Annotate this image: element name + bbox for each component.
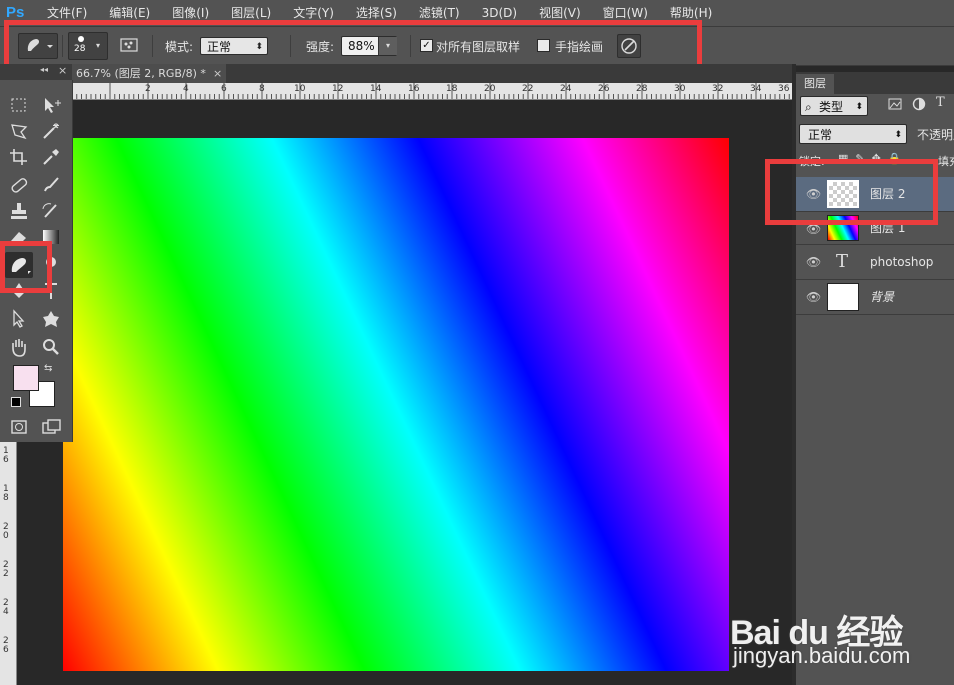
arrow-cursor-icon [13,309,25,328]
ruler-label: 28 [636,84,648,94]
magic-wand-icon [43,123,59,139]
custom-shape-tool[interactable] [39,308,63,330]
close-icon[interactable]: × [213,64,222,83]
path-selection-tool[interactable] [7,308,31,330]
ruler-horizontal[interactable]: 2 4 6 8 10 12 14 16 18 20 22 24 26 28 30… [72,83,792,100]
ruler-label: 36 [778,84,790,94]
healing-brush-tool[interactable] [7,174,31,196]
clone-stamp-tool[interactable] [7,200,31,222]
move-tool[interactable] [39,94,63,116]
ruler-label: 32 [712,84,724,94]
lasso-tool[interactable] [7,120,31,142]
ruler-label: 16 [408,84,420,94]
text-layer-icon: T [836,251,849,272]
blend-mode-select[interactable]: 正常 ⬍ [799,124,907,144]
filter-pixel-button[interactable] [888,97,902,111]
ruler-label: 4 [183,84,189,94]
hand-tool[interactable] [7,336,31,358]
ruler-label: 12 [332,84,344,94]
ruler-label: 8 [259,84,265,94]
screen-mode-icon [42,419,61,434]
ruler-label: 10 [294,84,306,94]
ruler-label: 2 6 [3,636,9,655]
layer-thumbnail-white [827,283,859,311]
image-icon [888,98,902,110]
history-brush-icon [42,203,57,218]
blend-mode-value: 正常 [808,128,833,142]
adjustment-circle-icon [912,97,926,111]
filter-adjustment-button[interactable] [912,97,926,111]
ruler-label: 20 [484,84,496,94]
ruler-label: 1 8 [3,484,9,503]
filter-type-icon[interactable]: T [936,95,950,111]
brush-icon [44,177,59,192]
lasso-icon [11,124,28,140]
document-title: 66.7% (图层 2, RGB/8) * [76,67,206,80]
magic-wand-tool[interactable] [39,120,63,142]
collapse-icon[interactable]: ◂◂ [40,65,48,74]
baidu-watermark-url: jingyan.baidu.com [733,643,911,668]
crop-tool[interactable] [7,146,31,168]
default-colors-icon[interactable] [11,397,21,407]
magnifier-icon [43,339,59,355]
ruler-label: 26 [598,84,610,94]
quick-mask-icon [11,420,27,434]
layer-filter-select[interactable]: ⌕ 类型 ⬍ [800,96,868,116]
ruler-label: 2 4 [3,598,9,617]
filter-type-value: 类型 [819,100,844,114]
crop-icon [10,149,27,165]
stamp-icon [11,203,27,219]
layer-name: 背景 [870,290,895,304]
bandage-icon [11,178,28,193]
ruler-label: 14 [370,84,382,94]
hand-icon [12,339,26,357]
marquee-icon [11,98,26,112]
select-arrows-icon: ⬍ [855,102,863,112]
ruler-label: 22 [522,84,534,94]
fill-label: 填充 [938,155,954,168]
ruler-label: 2 2 [3,560,9,579]
visibility-eye-icon[interactable]: 👁 [806,290,821,304]
marquee-tool[interactable] [7,94,31,116]
annotation-highlight-smudge [0,241,52,293]
document-canvas[interactable] [63,138,729,671]
ruler-label: 6 [221,84,227,94]
layer-name: photoshop [870,255,934,269]
annotation-highlight-layer [765,159,938,225]
ruler-label: 2 [145,84,151,94]
move-icon [45,98,61,113]
zoom-tool[interactable] [39,336,63,358]
screen-mode-button[interactable] [39,416,63,438]
select-arrows-icon: ⬍ [894,130,902,140]
close-icon[interactable]: × [58,64,67,77]
ruler-label: 30 [674,84,686,94]
foreground-color-swatch[interactable] [13,365,39,391]
ruler-label: 18 [446,84,458,94]
history-brush-tool[interactable] [39,200,63,222]
shape-icon [43,311,59,327]
tab-layers[interactable]: 图层 [796,74,834,94]
search-icon: ⌕ [805,100,812,114]
brush-tool[interactable] [39,174,63,196]
quick-mask-button[interactable] [7,416,31,438]
eyedropper-icon [43,149,59,165]
layer-row-background[interactable]: 👁 背景 [796,280,954,315]
toolbox-header: ◂◂ × [0,64,72,80]
visibility-eye-icon[interactable]: 👁 [806,255,821,269]
ruler-label: 2 0 [3,522,9,541]
ruler-label: 24 [560,84,572,94]
ruler-label: 1 6 [3,446,9,465]
ruler-label: 34 [750,84,762,94]
document-tab[interactable]: 66.7% (图层 2, RGB/8) * × [72,64,226,83]
swap-colors-icon[interactable]: ⇆ [44,363,52,374]
eyedropper-tool[interactable] [39,146,63,168]
layer-row-photoshop[interactable]: 👁 T photoshop [796,245,954,280]
opacity-label: 不透明度 [917,128,954,142]
